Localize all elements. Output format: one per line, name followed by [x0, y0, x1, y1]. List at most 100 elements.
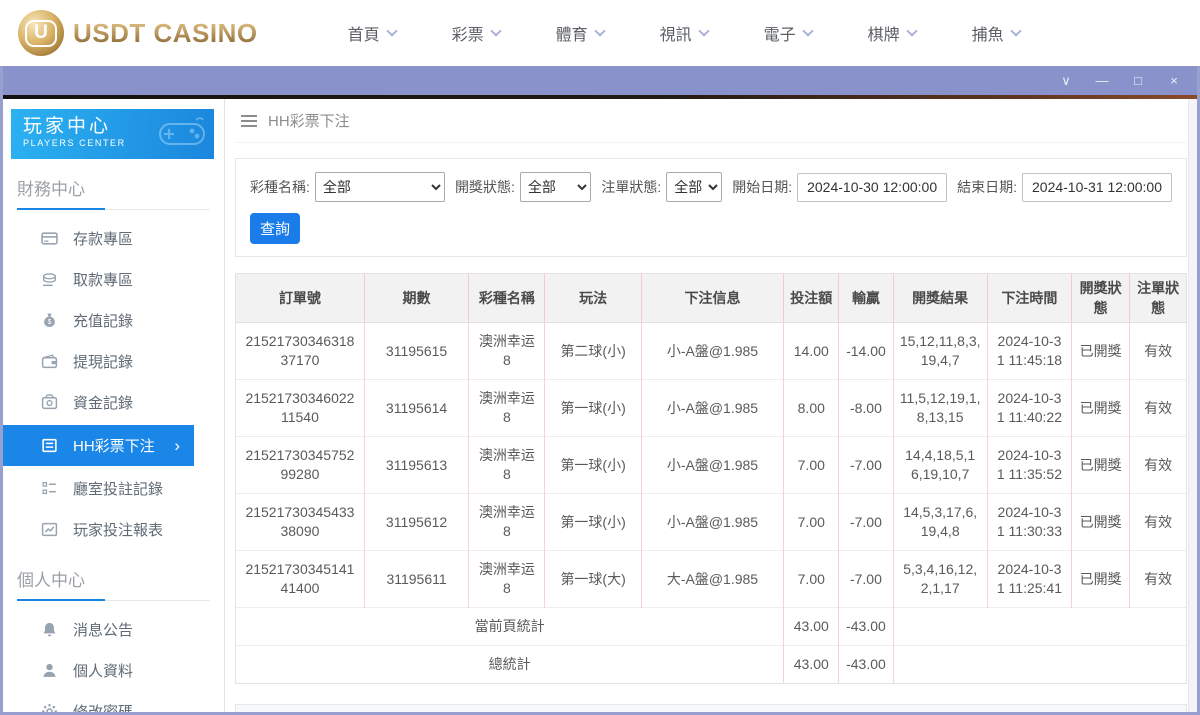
nav-item-cards[interactable]: 棋牌	[840, 21, 944, 45]
moneybag-icon: $	[44, 313, 55, 327]
page-summary-winloss-total: -43.00	[838, 607, 894, 646]
end-date-input[interactable]	[1022, 172, 1172, 202]
page-summary-bet-total: 43.00	[783, 607, 839, 646]
ticket-icon	[42, 438, 57, 453]
col-bet-time: 下注時間	[986, 274, 1072, 323]
sidebar: 玩家中心 PLAYERS CENTER 財務中心 存款專區›	[3, 99, 225, 712]
window-minimize-icon[interactable]: —	[1095, 74, 1109, 87]
sidebar-item-announcements[interactable]: 消息公告›	[17, 609, 210, 650]
nav-item-home[interactable]: 首頁	[320, 21, 424, 45]
pagination-bar: 每頁顯示20條 共5条 首页 上一页 [1] 下一页 第 页 跳转	[235, 704, 1187, 712]
app-window: ∨ — □ × 玩家中心 PLAYERS CENTER 財務中心 存款專區 取款…	[0, 66, 1200, 715]
col-bet-info: 下注信息	[640, 274, 784, 323]
sidebar-item-hall-bet-records[interactable]: 廳室投註記錄›	[17, 468, 210, 509]
col-draw-result: 開獎結果	[892, 274, 988, 323]
table-row: 2152173034514141400 31195611 澳洲幸运8 第一球(大) 大-…	[236, 550, 1186, 608]
chevron-down-icon	[905, 25, 918, 37]
sidebar-item-player-bet-report[interactable]: 玩家投注報表›	[17, 509, 210, 550]
col-order-status: 注單狀態	[1129, 274, 1186, 323]
total-summary-bet-total: 43.00	[783, 645, 839, 683]
chevron-down-icon	[697, 25, 710, 37]
sidebar-item-recharge-records[interactable]: $ 充值記錄›	[17, 300, 210, 341]
window-maximize-icon[interactable]: □	[1131, 74, 1145, 87]
sidebar-item-withdraw-records[interactable]: 提現記錄›	[17, 341, 210, 382]
col-order-no: 訂單號	[236, 274, 365, 323]
brand-logo[interactable]: U USDT CASINO	[18, 10, 258, 56]
sidebar-item-withdraw[interactable]: 取款專區›	[17, 259, 210, 300]
total-summary-winloss-total: -43.00	[838, 645, 894, 683]
sidebar-section-personal: 個人中心 消息公告› 個人資料› 修改密碼›	[3, 566, 224, 712]
svg-text:$: $	[48, 319, 52, 326]
bets-table: 訂單號 期數 彩種名稱 玩法 下注信息 投注額 輸贏 開獎結果 下注時間 開獎狀…	[235, 273, 1187, 684]
table-header-row: 訂單號 期數 彩種名稱 玩法 下注信息 投注額 輸贏 開獎結果 下注時間 開獎狀…	[236, 274, 1186, 323]
vertical-scrollbar[interactable]	[1188, 99, 1197, 712]
page-summary-row: 當前頁統計 43.00 -43.00	[236, 607, 1186, 646]
main-content: HH彩票下注 彩種名稱: 全部 開獎狀態: 全部 注單狀態: 全部 開始日期: …	[225, 99, 1197, 712]
col-draw-status: 開獎狀態	[1071, 274, 1130, 323]
sidebar-header: 玩家中心 PLAYERS CENTER	[11, 109, 214, 159]
start-date-label: 開始日期:	[732, 179, 793, 195]
main-nav: 首頁 彩票 體育 視訊 電子 棋牌 捕魚	[320, 21, 1048, 45]
section-title-finance: 財務中心	[17, 175, 210, 210]
order-status-label: 注單狀態:	[601, 179, 662, 195]
menu-toggle-icon[interactable]	[241, 114, 257, 127]
brand-ball-icon: U	[18, 10, 64, 56]
active-arrow-icon: ›	[174, 435, 180, 455]
withdraw-coins-icon	[42, 273, 57, 287]
window-titlebar: ∨ — □ ×	[3, 66, 1197, 95]
hall-record-icon	[42, 482, 56, 495]
col-lottery-name: 彩種名稱	[468, 274, 545, 323]
nav-item-sports[interactable]: 體育	[528, 21, 632, 45]
order-status-select[interactable]: 全部	[666, 172, 723, 202]
sidebar-section-finance: 財務中心 存款專區› 取款專區› $ 充值記錄›	[3, 175, 224, 550]
brand-badge-letter: U	[25, 19, 57, 47]
end-date-label: 結束日期:	[957, 179, 1017, 195]
nav-item-slots[interactable]: 電子	[736, 21, 840, 45]
brand-name: USDT CASINO	[73, 17, 258, 48]
sidebar-item-deposit[interactable]: 存款專區›	[17, 218, 210, 259]
gamepad-icon	[159, 117, 205, 145]
sidebar-item-change-password[interactable]: 修改密碼›	[17, 691, 210, 712]
funds-icon	[41, 394, 58, 410]
draw-status-select[interactable]: 全部	[519, 172, 592, 202]
col-bet-amount: 投注額	[783, 274, 839, 323]
search-button[interactable]: 查詢	[250, 213, 300, 244]
col-play-type: 玩法	[544, 274, 642, 323]
start-date-input[interactable]	[797, 172, 948, 202]
user-icon	[43, 663, 56, 677]
chevron-down-icon	[385, 25, 398, 37]
draw-status-label: 開獎狀態:	[455, 179, 515, 195]
nav-item-live[interactable]: 視訊	[632, 21, 736, 45]
total-summary-row: 總統計 43.00 -43.00	[236, 645, 1186, 683]
page-summary-label: 當前頁統計	[236, 607, 784, 646]
page-title: HH彩票下注	[268, 113, 350, 130]
lottery-name-label: 彩種名稱:	[250, 179, 310, 195]
sidebar-item-profile[interactable]: 個人資料›	[17, 650, 210, 691]
col-issue: 期數	[363, 274, 469, 323]
filter-panel: 彩種名稱: 全部 開獎狀態: 全部 注單狀態: 全部 開始日期: 結束日期: 查…	[235, 158, 1187, 257]
sidebar-item-funds-records[interactable]: 資金記錄›	[17, 382, 210, 423]
nav-item-lottery[interactable]: 彩票	[424, 21, 528, 45]
window-close-icon[interactable]: ×	[1167, 74, 1181, 87]
report-chart-icon	[41, 522, 58, 537]
breadcrumb: HH彩票下注	[235, 99, 1187, 143]
table-row: 2152173034602211540 31195614 澳洲幸运8 第一球(小) 小-…	[236, 379, 1186, 437]
sidebar-item-hh-lottery-bets[interactable]: HH彩票下注 ›	[3, 425, 194, 466]
chevron-down-icon	[1009, 25, 1022, 37]
gear-icon	[42, 704, 57, 712]
nav-item-fishing[interactable]: 捕魚	[944, 21, 1048, 45]
site-header: U USDT CASINO 首頁 彩票 體育 視訊 電子 棋牌 捕魚	[0, 0, 1200, 66]
wallet-icon	[41, 354, 58, 369]
section-title-personal: 個人中心	[17, 566, 210, 601]
table-row: 2152173034575299280 31195613 澳洲幸运8 第一球(小) 小-…	[236, 436, 1186, 494]
lottery-name-select[interactable]: 全部	[314, 172, 445, 202]
chevron-down-icon	[593, 25, 606, 37]
bell-icon	[43, 622, 56, 637]
chevron-down-icon	[489, 25, 502, 37]
col-win-loss: 輸贏	[838, 274, 894, 323]
table-row: 2152173034543338090 31195612 澳洲幸运8 第一球(小) 小-…	[236, 493, 1186, 551]
window-collapse-icon[interactable]: ∨	[1059, 74, 1073, 87]
chevron-down-icon	[801, 25, 814, 37]
total-summary-label: 總統計	[236, 645, 784, 683]
table-row: 2152173034631837170 31195615 澳洲幸运8 第二球(小) 小-…	[236, 322, 1186, 380]
